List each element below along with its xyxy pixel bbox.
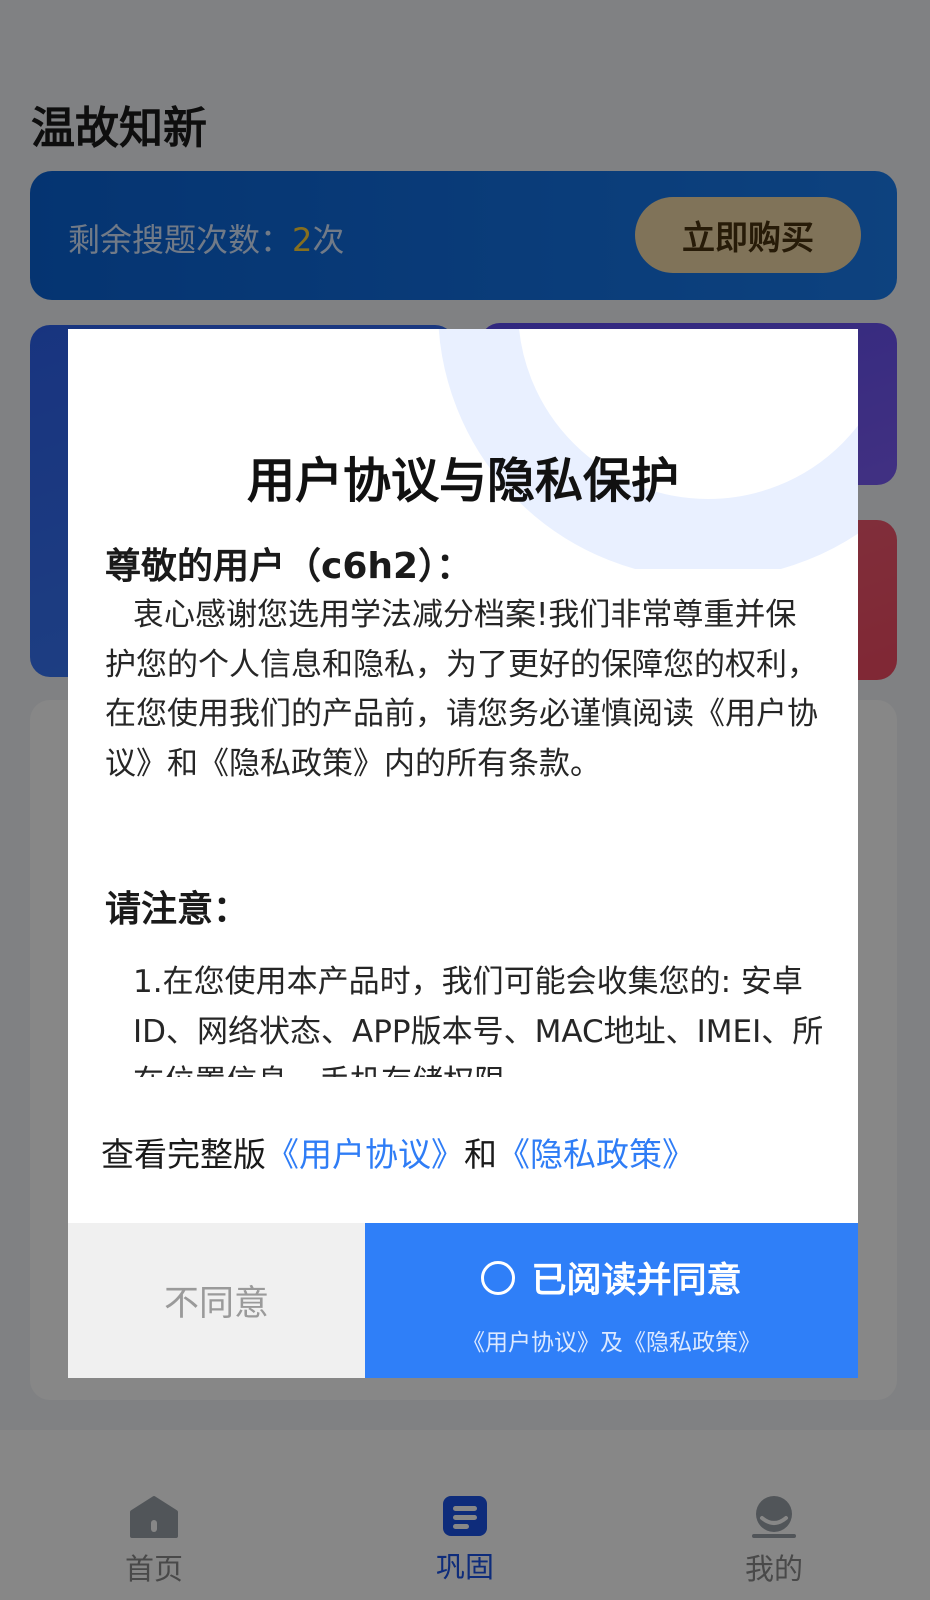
dialog-footer: 不同意 已阅读并同意 《用户协议》及《隐私政策》: [68, 1223, 858, 1378]
agree-main: 已阅读并同意: [365, 1252, 858, 1303]
privacy-policy-link[interactable]: 《隐私政策》: [497, 1135, 695, 1174]
notice-title: 请注意：: [105, 889, 250, 930]
user-agreement-link[interactable]: 《用户协议》: [266, 1135, 464, 1174]
intro-text: 衷心感谢您选用学法减分档案!我们非常尊重并保护您的个人信息和隐私，为了更好的保障…: [105, 597, 818, 782]
agree-subtitle: 《用户协议》及《隐私政策》: [462, 1330, 761, 1356]
clause-scroll-area[interactable]: 1.在您使用本产品时，我们可能会收集您的: 安卓ID、网络状态、APP版本号、M…: [105, 957, 825, 1077]
agree-radio-icon: [481, 1260, 516, 1295]
greeting: 尊敬的用户（c6h2）：: [105, 546, 473, 587]
full-version-prefix: 查看完整版: [101, 1135, 266, 1174]
clause-1: 1.在您使用本产品时，我们可能会收集您的: 安卓ID、网络状态、APP版本号、M…: [133, 964, 824, 1077]
dialog-title: 用户协议与隐私保护: [246, 453, 679, 509]
full-version-links: 查看完整版《用户协议》和《隐私政策》: [101, 1128, 695, 1176]
agree-button[interactable]: 已阅读并同意 《用户协议》及《隐私政策》: [365, 1223, 858, 1378]
agree-label: 已阅读并同意: [531, 1261, 742, 1301]
privacy-dialog: 用户协议与隐私保护 尊敬的用户（c6h2）： 衷心感谢您选用学法减分档案!我们非…: [68, 329, 858, 1378]
and-text: 和: [464, 1135, 497, 1174]
disagree-button[interactable]: 不同意: [68, 1223, 365, 1378]
